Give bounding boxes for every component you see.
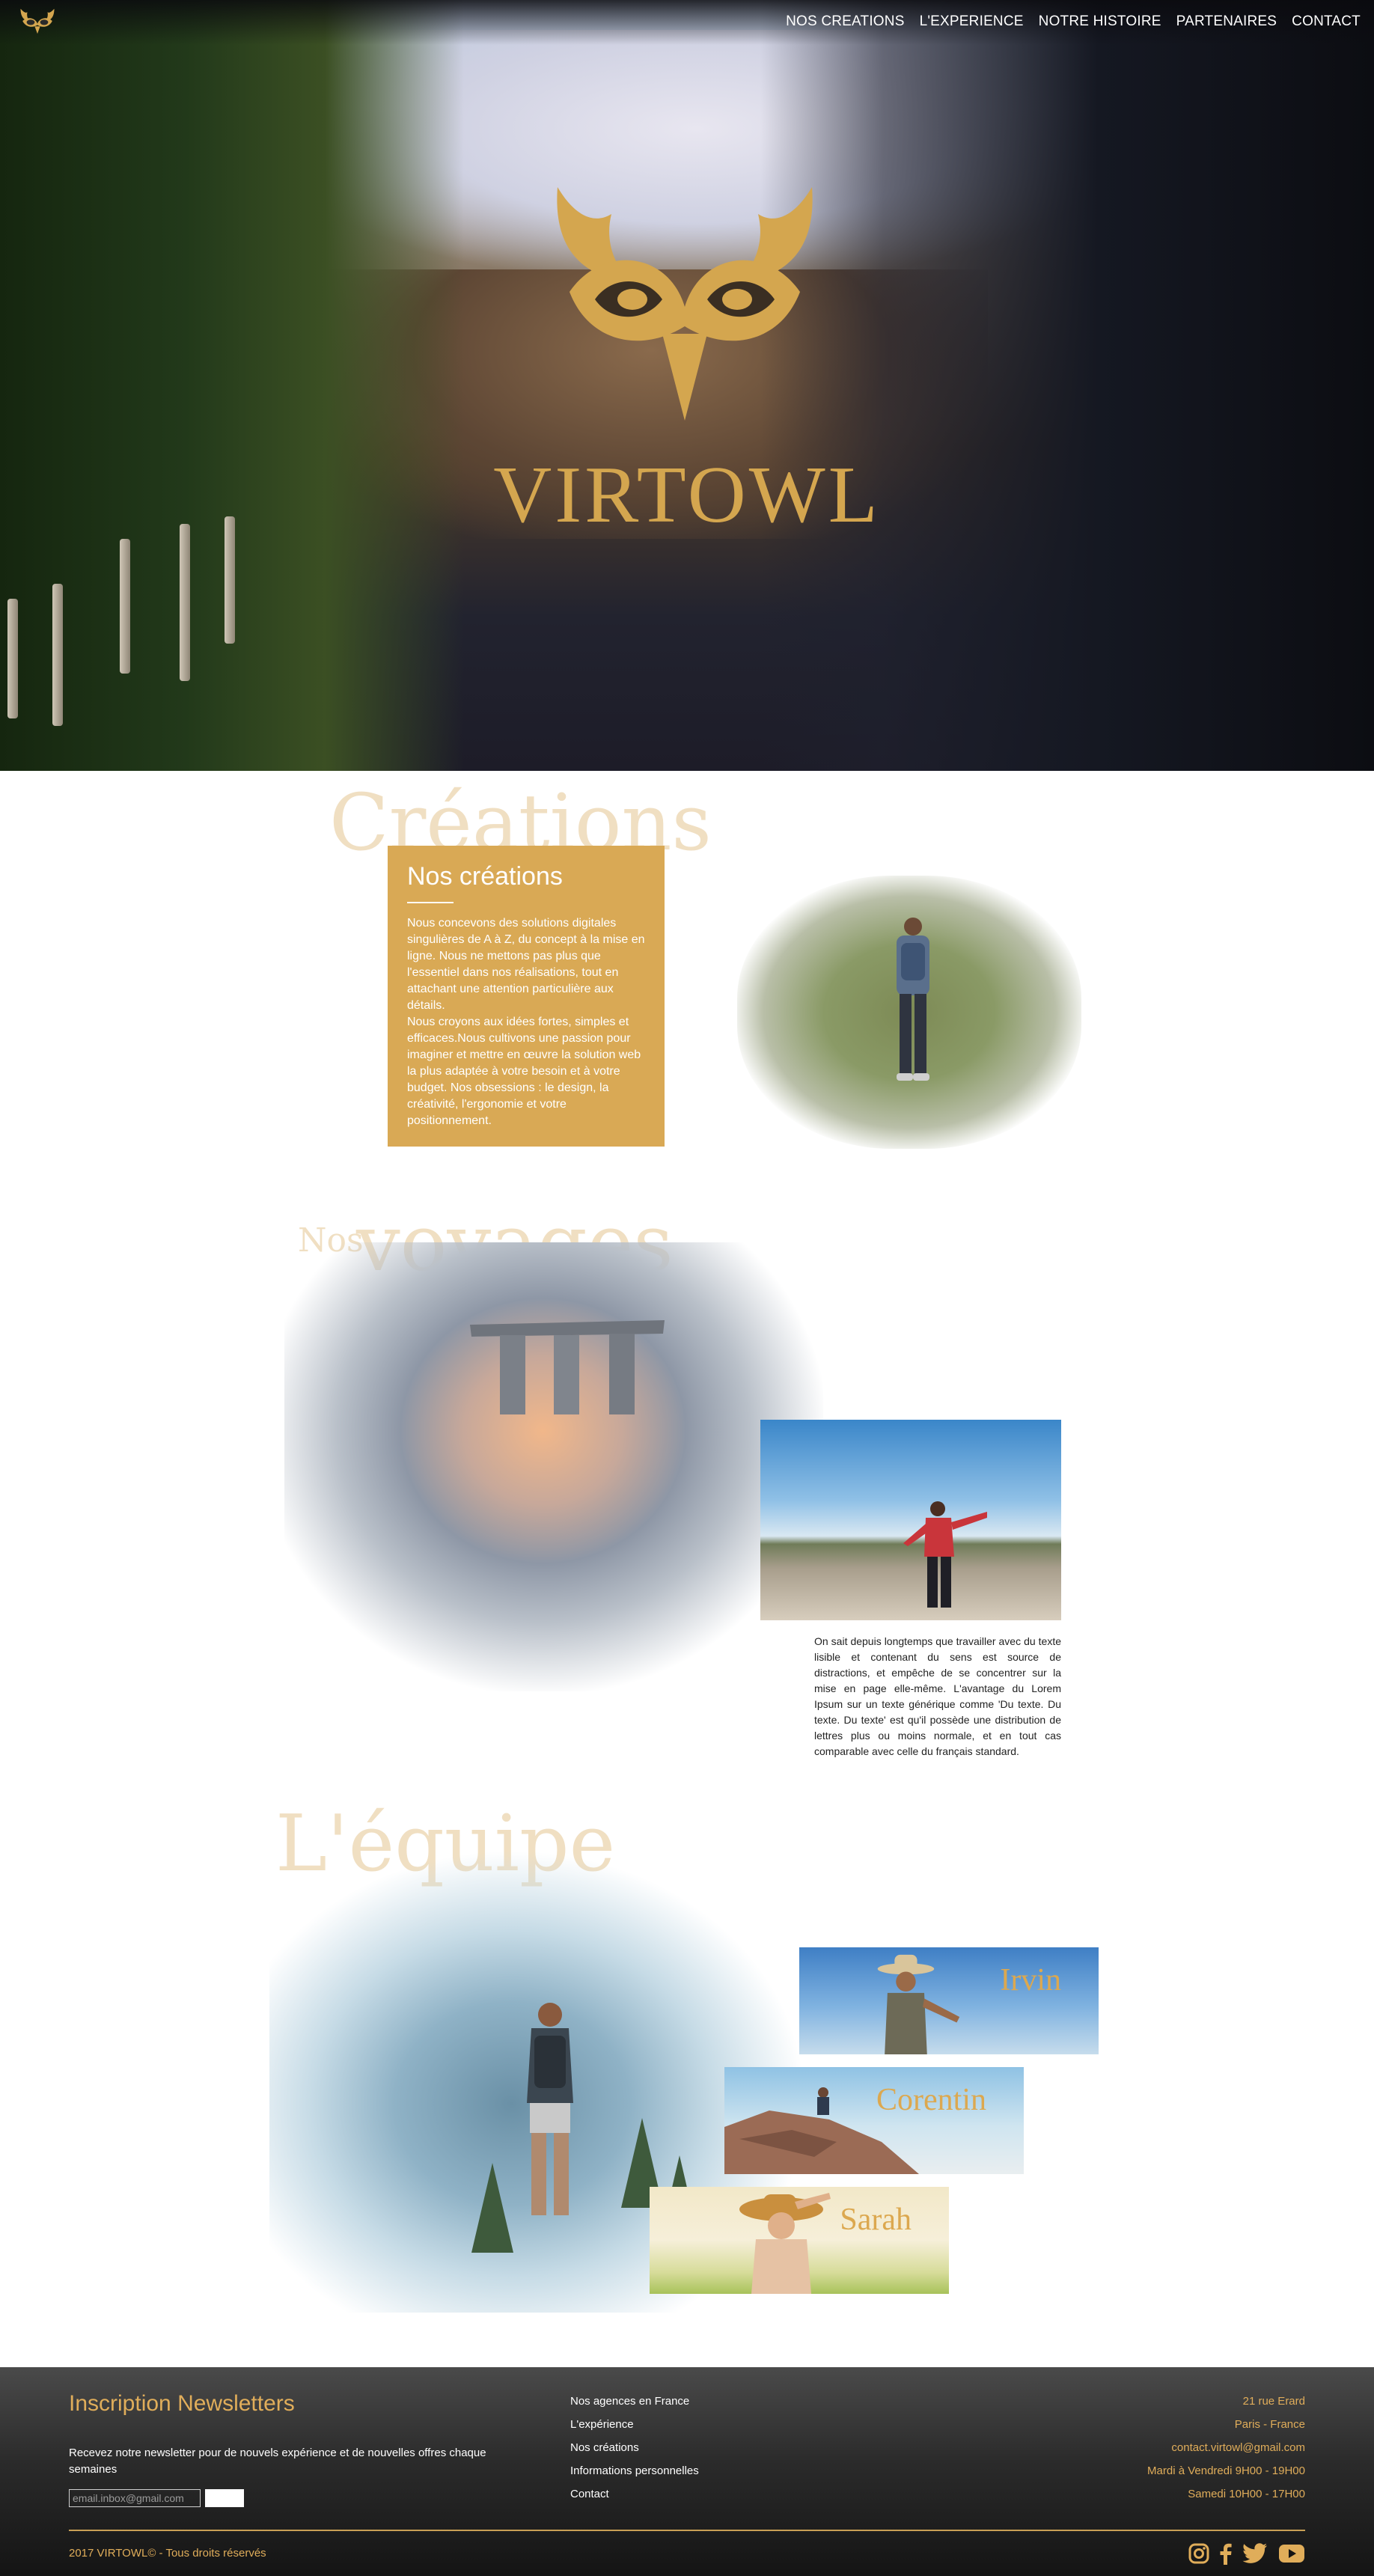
twitter-icon[interactable] — [1242, 2543, 1268, 2568]
tree-trunk — [180, 524, 190, 681]
footer-divider — [69, 2530, 1305, 2531]
tree-trunk — [120, 539, 130, 674]
nav-notre-histoire[interactable]: NOTRE HISTOIRE — [1039, 13, 1161, 30]
hero-forest-right — [760, 0, 1374, 771]
hero-forest-left — [0, 0, 464, 771]
site-footer: Inscription Newsletters Recevez notre ne… — [0, 2367, 1374, 2576]
contact-email[interactable]: contact.virtowl@gmail.com — [1147, 2436, 1305, 2459]
card-divider — [407, 902, 454, 903]
instagram-icon[interactable] — [1188, 2543, 1209, 2568]
social-links — [1188, 2542, 1305, 2569]
team-member-name: Sarah — [840, 2203, 912, 2237]
footer-links: Nos agences en France L'expérience Nos c… — [570, 2390, 699, 2506]
copyright-text: 2017 VIRTOWL© - Tous droits réservés — [69, 2547, 266, 2560]
owl-logo-icon[interactable] — [16, 7, 58, 34]
cowboy-figure — [877, 1954, 960, 2054]
beach-photo — [760, 1420, 1061, 1620]
nav-nos-creations[interactable]: NOS CREATIONS — [786, 13, 905, 30]
footer-contact-info: 21 rue Erard Paris - France contact.virt… — [1147, 2390, 1305, 2506]
footer-link-informations[interactable]: Informations personnelles — [570, 2459, 699, 2482]
newsletter-email-input[interactable] — [69, 2489, 201, 2507]
creations-card-title: Nos créations — [407, 862, 563, 891]
newsletter-submit-button[interactable] — [205, 2489, 244, 2507]
contact-hours-weekdays: Mardi à Vendredi 9H00 - 19H00 — [1147, 2464, 1305, 2477]
team-card-corentin[interactable]: Corentin — [724, 2067, 1024, 2174]
footer-link-experience[interactable]: L'expérience — [570, 2413, 699, 2436]
footer-link-creations[interactable]: Nos créations — [570, 2436, 699, 2459]
hero-banner: NOS CREATIONS L'EXPERIENCE NOTRE HISTOIR… — [0, 0, 1374, 771]
youtube-icon[interactable] — [1278, 2543, 1305, 2568]
hiker-photo — [737, 876, 1081, 1149]
creations-card-text: Nous concevons des solutions digitales s… — [407, 917, 645, 1127]
team-member-name: Corentin — [876, 2083, 986, 2117]
pine-tree — [471, 2163, 513, 2253]
owl-emblem-icon — [557, 187, 813, 421]
voyages-text: On sait depuis longtemps que travailler … — [814, 1635, 1061, 1757]
contact-address: 21 rue Erard — [1242, 2395, 1305, 2408]
nav-partenaires[interactable]: PARTENAIRES — [1176, 13, 1277, 30]
newsletter-title: Inscription Newsletters — [69, 2391, 295, 2416]
mountain-hiker-figure — [527, 2003, 573, 2215]
nav-contact[interactable]: CONTACT — [1292, 13, 1361, 30]
footer-link-contact[interactable]: Contact — [570, 2482, 699, 2506]
hiker-figure — [897, 918, 929, 1081]
tree-trunk — [7, 599, 18, 718]
contact-city: Paris - France — [1234, 2418, 1305, 2431]
traveler-figure — [903, 1501, 987, 1608]
brand-name: VIRTOWL — [493, 451, 881, 540]
footer-link-agences[interactable]: Nos agences en France — [570, 2390, 699, 2413]
skyline-building-icon — [470, 1320, 665, 1414]
city-skyline-photo — [284, 1242, 823, 1691]
team-card-irvin[interactable]: Irvin — [799, 1947, 1099, 2054]
team-card-sarah[interactable]: Sarah — [650, 2187, 949, 2294]
newsletter-text: Recevez notre newsletter pour de nouvels… — [69, 2447, 486, 2476]
main-nav: NOS CREATIONS L'EXPERIENCE NOTRE HISTOIR… — [786, 13, 1361, 30]
creations-card: Nos créations Nous concevons des solutio… — [388, 846, 665, 1147]
team-member-name: Irvin — [1000, 1963, 1061, 1997]
facebook-icon[interactable] — [1220, 2542, 1232, 2569]
contact-hours-saturday: Samedi 10H00 - 17H00 — [1188, 2488, 1305, 2500]
nav-experience[interactable]: L'EXPERIENCE — [920, 13, 1024, 30]
tree-trunk — [52, 584, 63, 726]
